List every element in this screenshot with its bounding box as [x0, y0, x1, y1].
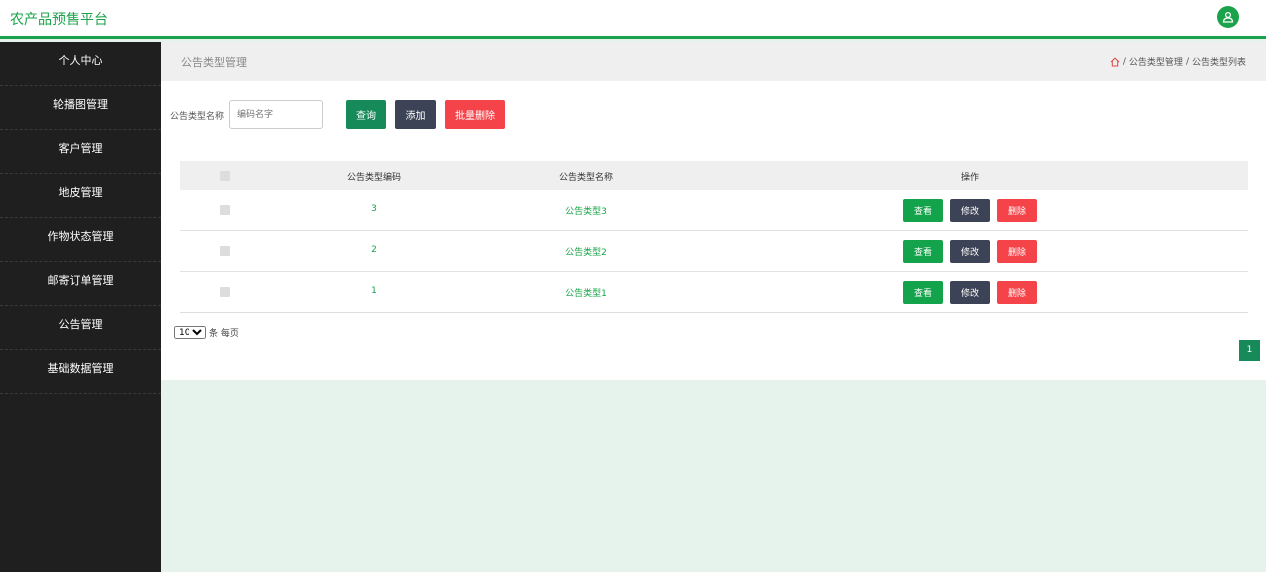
pagination-page-button[interactable]: 1 [1239, 340, 1260, 361]
search-input[interactable] [229, 100, 323, 129]
sidebar-item-crop-status[interactable]: 作物状态管理 [0, 218, 161, 262]
row-checkbox[interactable] [220, 287, 230, 297]
user-icon [1222, 11, 1234, 23]
sidebar-item-carousel[interactable]: 轮播图管理 [0, 86, 161, 130]
edit-button[interactable]: 修改 [950, 240, 990, 263]
delete-button[interactable]: 删除 [997, 199, 1037, 222]
sidebar-item-land[interactable]: 地皮管理 [0, 174, 161, 218]
app-title: 农产品预售平台 [10, 12, 108, 28]
home-icon[interactable] [1110, 57, 1120, 67]
page-size-select[interactable]: 10 [174, 326, 206, 339]
sidebar-item-mail-orders[interactable]: 邮寄订单管理 [0, 262, 161, 306]
table-row: 1 公告类型1 查看 修改 删除 [180, 272, 1248, 313]
sidebar-item-announcements[interactable]: 公告管理 [0, 306, 161, 350]
sidebar-item-base-data[interactable]: 基础数据管理 [0, 350, 161, 394]
edit-button[interactable]: 修改 [950, 281, 990, 304]
table-header: 公告类型编码 公告类型名称 操作 [180, 161, 1248, 190]
row-code: 3 [371, 204, 377, 214]
breadcrumb-item-type-list: 公告类型列表 [1191, 58, 1246, 68]
query-button[interactable]: 查询 [346, 100, 386, 129]
page-size-control: 10 条 每页 [174, 326, 239, 339]
row-name: 公告类型1 [565, 289, 607, 299]
batch-delete-button[interactable]: 批量删除 [445, 100, 505, 129]
view-button[interactable]: 查看 [903, 240, 943, 263]
add-button[interactable]: 添加 [395, 100, 436, 129]
page-title: 公告类型管理 [181, 56, 247, 69]
sidebar: 个人中心 轮播图管理 客户管理 地皮管理 作物状态管理 邮寄订单管理 公告管理 … [0, 42, 161, 572]
breadcrumb: / 公告类型管理 / 公告类型列表 [1110, 55, 1246, 68]
view-button[interactable]: 查看 [903, 199, 943, 222]
main-panel: 公告类型管理 / 公告类型管理 / 公告类型列表 公告类型名称 查询 添加 批量… [161, 42, 1266, 380]
row-actions: 查看 修改 删除 [903, 281, 1037, 304]
sidebar-item-customers[interactable]: 客户管理 [0, 130, 161, 174]
sidebar-item-personal-center[interactable]: 个人中心 [0, 42, 161, 86]
delete-button[interactable]: 删除 [997, 281, 1037, 304]
row-checkbox[interactable] [220, 205, 230, 215]
select-all-checkbox[interactable] [220, 171, 230, 181]
breadcrumb-separator: / [1185, 56, 1189, 67]
table-row: 3 公告类型3 查看 修改 删除 [180, 190, 1248, 231]
page-size-suffix: 条 每页 [209, 329, 239, 339]
breadcrumb-item-type-management[interactable]: 公告类型管理 [1129, 55, 1183, 68]
edit-button[interactable]: 修改 [950, 199, 990, 222]
breadcrumb-separator: / [1122, 56, 1126, 67]
row-code: 2 [371, 245, 377, 255]
search-label: 公告类型名称 [170, 112, 225, 122]
header-ops: 操作 [960, 173, 980, 183]
row-name: 公告类型3 [565, 207, 607, 217]
announcement-type-table: 公告类型编码 公告类型名称 操作 3 公告类型3 查看 修改 删除 2 公告类型… [180, 161, 1248, 313]
top-header: 农产品预售平台 [0, 0, 1266, 39]
title-bar: 公告类型管理 / 公告类型管理 / 公告类型列表 [161, 42, 1266, 81]
header-code: 公告类型编码 [346, 173, 402, 183]
row-code: 1 [371, 286, 377, 296]
delete-button[interactable]: 删除 [997, 240, 1037, 263]
row-name: 公告类型2 [565, 248, 607, 258]
user-avatar-button[interactable] [1217, 6, 1239, 28]
view-button[interactable]: 查看 [903, 281, 943, 304]
row-checkbox[interactable] [220, 246, 230, 256]
row-actions: 查看 修改 删除 [903, 240, 1037, 263]
header-name: 公告类型名称 [558, 173, 614, 183]
row-actions: 查看 修改 删除 [903, 199, 1037, 222]
table-row: 2 公告类型2 查看 修改 删除 [180, 231, 1248, 272]
